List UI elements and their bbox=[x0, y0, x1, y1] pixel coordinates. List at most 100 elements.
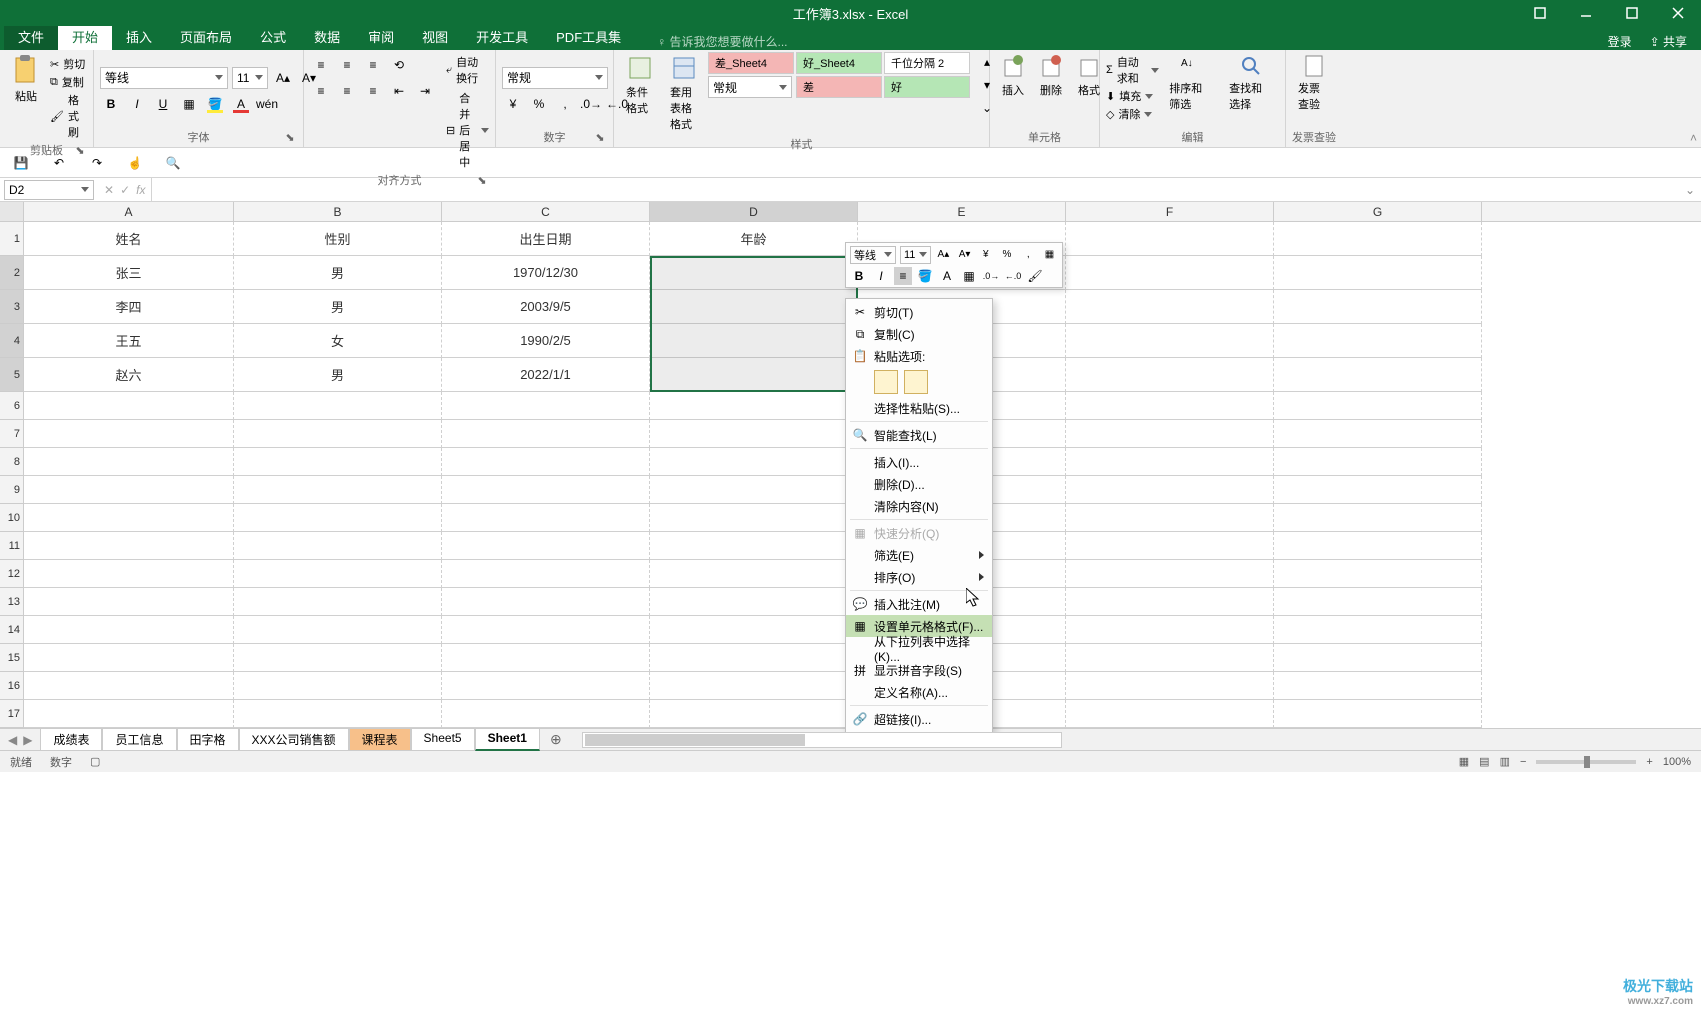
align-left-icon[interactable]: ≡ bbox=[310, 80, 332, 102]
cell[interactable] bbox=[650, 560, 858, 588]
cell[interactable]: 男 bbox=[234, 358, 442, 392]
tab-插入[interactable]: 插入 bbox=[112, 23, 166, 50]
cell-style-combo[interactable]: 常规 bbox=[708, 76, 792, 98]
cell[interactable] bbox=[650, 700, 858, 728]
row-header[interactable]: 13 bbox=[0, 588, 23, 616]
col-header-E[interactable]: E bbox=[858, 202, 1066, 221]
phonetic-button[interactable]: wén bbox=[256, 93, 278, 115]
underline-button[interactable]: U bbox=[152, 93, 174, 115]
alignment-launcher-icon[interactable]: ⬊ bbox=[475, 174, 489, 188]
redo-icon[interactable]: ↷ bbox=[86, 152, 108, 174]
cell[interactable] bbox=[1066, 504, 1274, 532]
align-top-icon[interactable]: ≡ bbox=[310, 54, 332, 76]
cell[interactable] bbox=[1066, 700, 1274, 728]
conditional-format-button[interactable]: 条件格式 bbox=[620, 52, 660, 118]
cell[interactable] bbox=[650, 616, 858, 644]
cell[interactable] bbox=[650, 448, 858, 476]
sort-filter-button[interactable]: A↓排序和筛选 bbox=[1163, 52, 1219, 114]
mini-bold-icon[interactable]: B bbox=[850, 267, 868, 285]
row-header[interactable]: 1 bbox=[0, 222, 23, 256]
tab-file[interactable]: 文件 bbox=[4, 23, 58, 50]
cell[interactable] bbox=[1274, 644, 1482, 672]
row-header[interactable]: 5 bbox=[0, 358, 23, 392]
cancel-formula-icon[interactable]: ✕ bbox=[104, 183, 114, 197]
menu-filter[interactable]: 筛选(E) bbox=[846, 544, 992, 566]
col-header-F[interactable]: F bbox=[1066, 202, 1274, 221]
menu-paste-special[interactable]: 选择性粘贴(S)... bbox=[846, 397, 992, 419]
font-color-button[interactable]: A bbox=[230, 93, 252, 115]
cell[interactable] bbox=[650, 672, 858, 700]
fx-icon[interactable]: fx bbox=[136, 183, 145, 197]
font-size-combo[interactable]: 11 bbox=[232, 67, 268, 89]
tab-公式[interactable]: 公式 bbox=[246, 23, 300, 50]
name-box[interactable]: D2 bbox=[4, 180, 94, 200]
align-middle-icon[interactable]: ≡ bbox=[336, 54, 358, 76]
percent-format-icon[interactable]: % bbox=[528, 93, 550, 115]
new-sheet-button[interactable]: ⊕ bbox=[540, 731, 572, 748]
cell[interactable]: 张三 bbox=[24, 256, 234, 290]
maximize-button[interactable] bbox=[1609, 0, 1655, 26]
cell[interactable] bbox=[1274, 504, 1482, 532]
increase-indent-icon[interactable]: ⇥ bbox=[414, 80, 436, 102]
col-header-C[interactable]: C bbox=[442, 202, 650, 221]
cell[interactable] bbox=[442, 504, 650, 532]
cell[interactable] bbox=[24, 420, 234, 448]
cell[interactable] bbox=[1066, 358, 1274, 392]
align-right-icon[interactable]: ≡ bbox=[362, 80, 384, 102]
font-launcher-icon[interactable]: ⬊ bbox=[283, 131, 297, 145]
cell[interactable]: 姓名 bbox=[24, 222, 234, 256]
zoom-in-icon[interactable]: + bbox=[1646, 756, 1652, 768]
sheet-nav-first-icon[interactable]: ◀ bbox=[8, 733, 17, 747]
cell[interactable] bbox=[1066, 476, 1274, 504]
cell[interactable] bbox=[1066, 532, 1274, 560]
cell[interactable] bbox=[442, 560, 650, 588]
cell[interactable]: 2022/1/1 bbox=[442, 358, 650, 392]
row-header[interactable]: 16 bbox=[0, 672, 23, 700]
cell[interactable] bbox=[234, 392, 442, 420]
mini-font-combo[interactable]: 等线 bbox=[850, 246, 896, 264]
status-macro-icon[interactable]: ▢ bbox=[90, 755, 100, 768]
cell[interactable] bbox=[442, 644, 650, 672]
cell[interactable] bbox=[234, 420, 442, 448]
font-name-combo[interactable]: 等线 bbox=[100, 67, 228, 89]
sheet-nav-last-icon[interactable]: ▶ bbox=[23, 733, 32, 747]
mini-percent-icon[interactable]: % bbox=[998, 246, 1015, 264]
cell[interactable] bbox=[24, 392, 234, 420]
paste-option-2[interactable] bbox=[904, 370, 928, 394]
cell[interactable] bbox=[234, 560, 442, 588]
number-launcher-icon[interactable]: ⬊ bbox=[593, 131, 607, 145]
cell[interactable] bbox=[1274, 532, 1482, 560]
menu-show-phonetic[interactable]: 拼显示拼音字段(S) bbox=[846, 659, 992, 681]
tab-视图[interactable]: 视图 bbox=[408, 23, 462, 50]
cell[interactable] bbox=[24, 644, 234, 672]
row-header[interactable]: 11 bbox=[0, 532, 23, 560]
style-cell[interactable]: 好 bbox=[884, 76, 970, 98]
cell[interactable]: 1990/2/5 bbox=[442, 324, 650, 358]
mini-accounting-icon[interactable]: ¥ bbox=[977, 246, 994, 264]
align-bottom-icon[interactable]: ≡ bbox=[362, 54, 384, 76]
cell[interactable] bbox=[650, 532, 858, 560]
format-painter-button[interactable]: 🖌 格式刷 bbox=[50, 92, 87, 140]
paste-button[interactable]: 粘贴 bbox=[6, 52, 46, 106]
tab-开始[interactable]: 开始 bbox=[58, 23, 112, 50]
cell[interactable]: 出生日期 bbox=[442, 222, 650, 256]
cell[interactable]: 女 bbox=[234, 324, 442, 358]
row-header[interactable]: 2 bbox=[0, 256, 23, 290]
zoom-out-icon[interactable]: − bbox=[1520, 756, 1526, 768]
cell[interactable] bbox=[650, 392, 858, 420]
cell[interactable] bbox=[1274, 672, 1482, 700]
wrap-text-button[interactable]: ⤶ 自动换行 bbox=[446, 54, 489, 86]
italic-button[interactable]: I bbox=[126, 93, 148, 115]
cell[interactable] bbox=[24, 616, 234, 644]
cell[interactable] bbox=[650, 420, 858, 448]
menu-sort[interactable]: 排序(O) bbox=[846, 566, 992, 588]
row-header[interactable]: 8 bbox=[0, 448, 23, 476]
cell[interactable] bbox=[234, 476, 442, 504]
cell[interactable] bbox=[1274, 448, 1482, 476]
cut-button[interactable]: ✂ 剪切 bbox=[50, 56, 87, 72]
sheet-tab[interactable]: Sheet5 bbox=[411, 728, 475, 751]
cell[interactable] bbox=[234, 532, 442, 560]
cell[interactable] bbox=[1274, 700, 1482, 728]
style-cell[interactable]: 差_Sheet4 bbox=[708, 52, 794, 74]
cell[interactable] bbox=[650, 504, 858, 532]
